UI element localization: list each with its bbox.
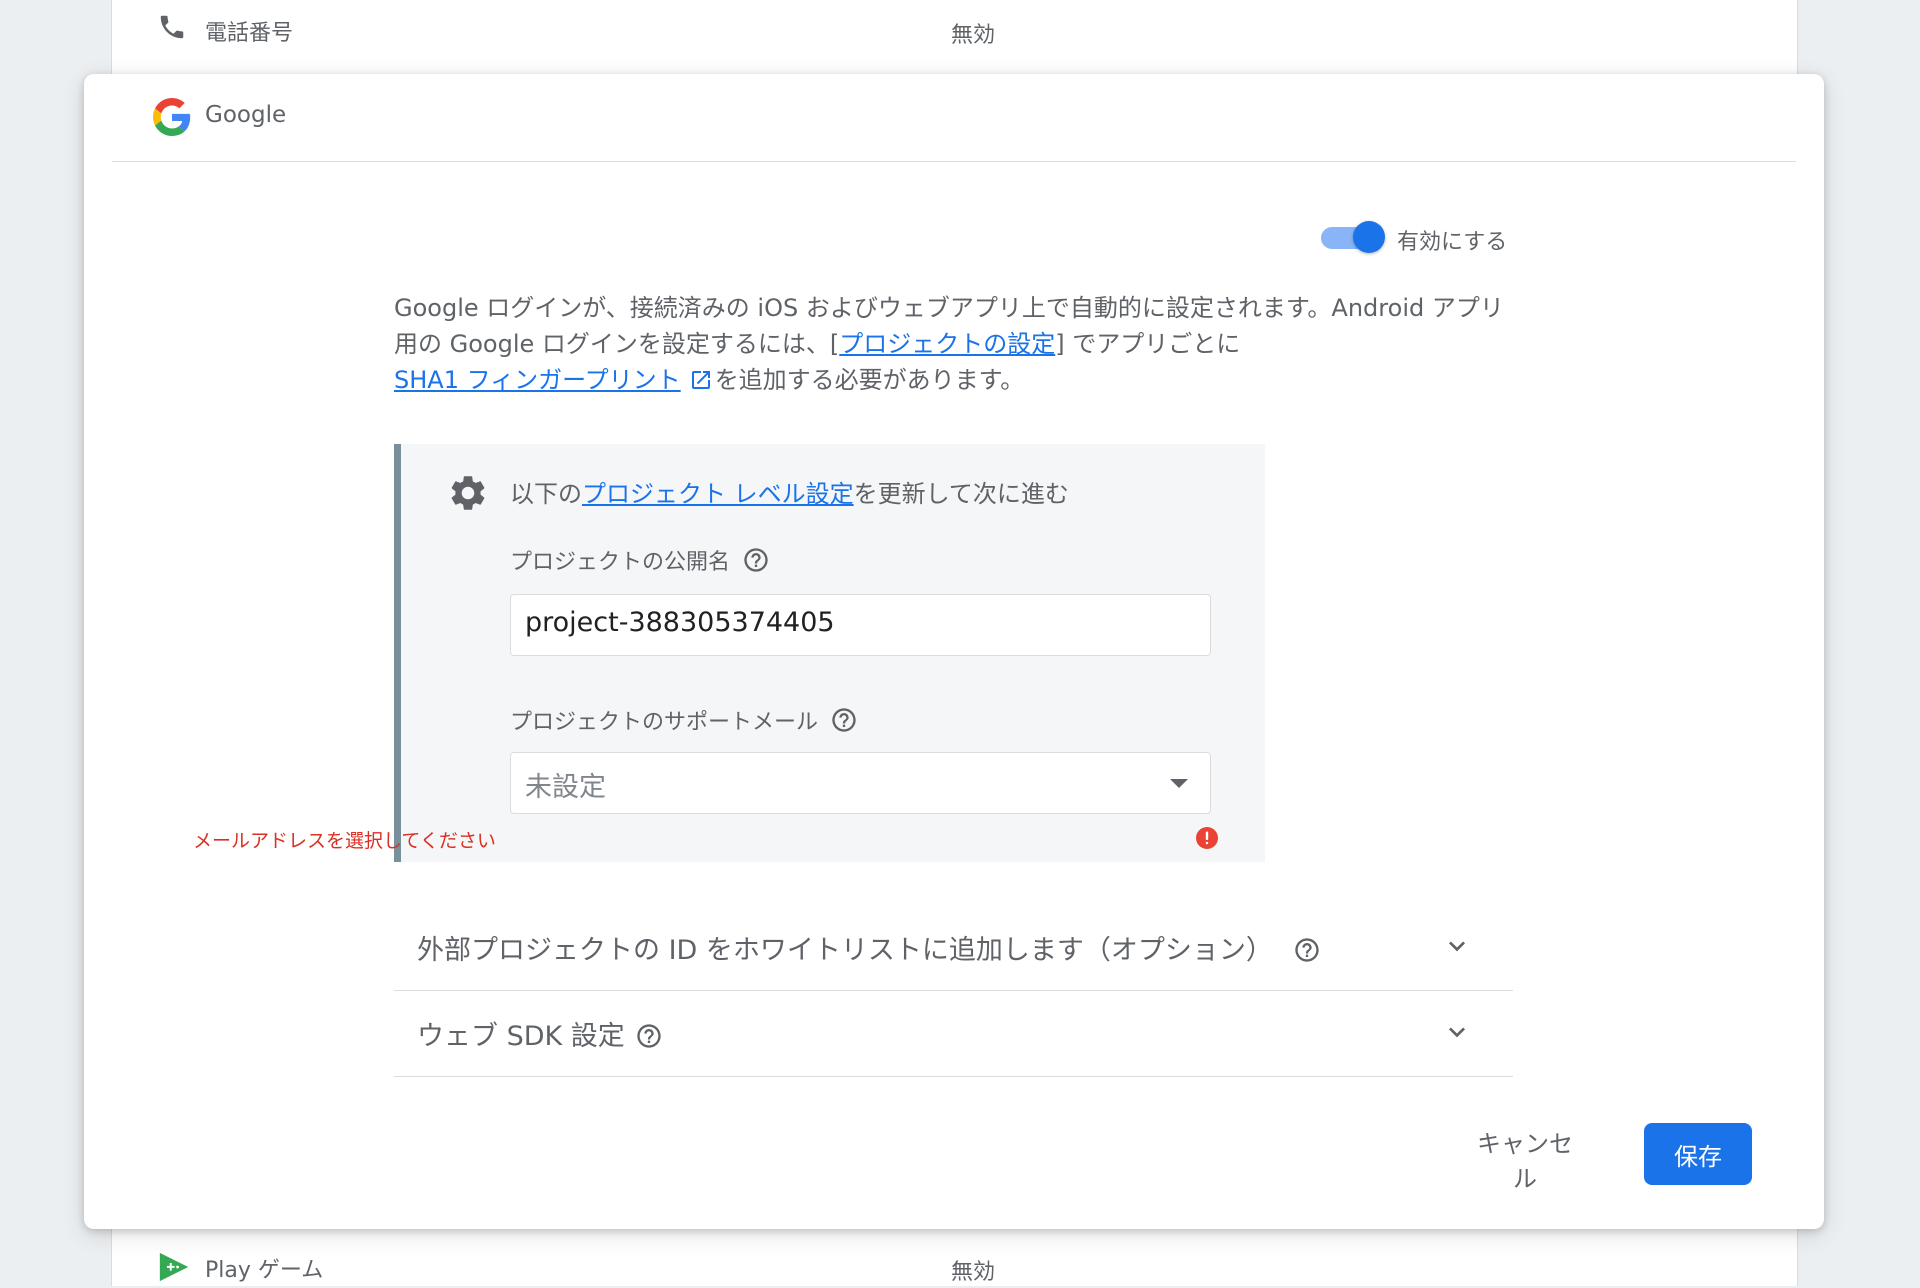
open-in-new-icon[interactable] [689, 366, 713, 402]
help-icon[interactable] [742, 546, 770, 580]
whitelist-external-projects-accordion[interactable]: 外部プロジェクトの ID をホワイトリストに追加します（オプション） [394, 904, 1513, 991]
provider-row-phone[interactable]: 電話番号 無効 [111, 0, 1798, 80]
provider-status: 無効 [951, 23, 996, 48]
public-name-label: プロジェクトの公開名 [510, 544, 770, 580]
project-settings-panel: 以下のプロジェクト レベル設定を更新して次に進む プロジェクトの公開名 proj… [394, 444, 1265, 862]
heading-text-pre: 以下の [510, 480, 582, 508]
provider-name: Play ゲーム [205, 1258, 324, 1283]
accordion-title-text: 外部プロジェクトの ID をホワイトリストに追加します（オプション） [417, 935, 1273, 966]
play-games-icon [157, 1250, 191, 1288]
description-text-3: を追加する必要があります。 [714, 366, 1025, 394]
web-sdk-settings-accordion[interactable]: ウェブ SDK 設定 [394, 990, 1513, 1077]
enable-toggle[interactable] [1317, 218, 1385, 254]
save-button[interactable]: 保存 [1644, 1123, 1752, 1185]
heading-text-post: を更新して次に進む [853, 480, 1069, 508]
provider-name: 電話番号 [205, 21, 294, 46]
accordion-title-text: ウェブ SDK 設定 [417, 1021, 625, 1052]
header-divider [112, 161, 1796, 162]
chevron-down-icon [1441, 930, 1473, 966]
toggle-thumb [1353, 221, 1385, 253]
provider-status: 無効 [951, 1260, 996, 1285]
public-name-label-text: プロジェクトの公開名 [510, 550, 731, 575]
sha1-fingerprint-link[interactable]: SHA1 フィンガープリント [394, 366, 681, 394]
google-signin-description: Google ログインが、接続済みの iOS およびウェブアプリ上で自動的に設定… [394, 290, 1504, 402]
accordion-title: ウェブ SDK 設定 [417, 1014, 663, 1057]
support-email-label: プロジェクトのサポートメール [510, 704, 858, 740]
project-public-name-input[interactable]: project-388305374405 [510, 594, 1211, 656]
accordion-title: 外部プロジェクトの ID をホワイトリストに追加します（オプション） [417, 928, 1321, 971]
support-email-select[interactable]: 未設定 [510, 752, 1211, 814]
project-level-settings-link[interactable]: プロジェクト レベル設定 [582, 480, 854, 508]
project-panel-heading: 以下のプロジェクト レベル設定を更新して次に進む [510, 474, 1069, 509]
gear-icon [447, 472, 489, 518]
cancel-button[interactable]: キャンセル [1460, 1123, 1590, 1193]
google-provider-dialog: Google 有効にする Google ログインが、接続済みの iOS およびウ… [84, 74, 1824, 1229]
dialog-title: Google [205, 102, 287, 128]
enable-toggle-label: 有効にする [1397, 230, 1508, 255]
support-email-error: メールアドレスを選択してください [193, 830, 496, 852]
chevron-down-icon [1441, 1016, 1473, 1052]
google-logo-icon [153, 98, 191, 140]
dropdown-caret-icon [1170, 779, 1188, 788]
support-email-label-text: プロジェクトのサポートメール [510, 710, 819, 735]
dialog-header: Google [84, 74, 1824, 162]
error-icon [1195, 826, 1219, 854]
help-icon[interactable] [830, 706, 858, 740]
provider-row-play-games[interactable]: Play ゲーム 無効 [111, 1220, 1798, 1286]
description-text-2: ] でアプリごとに [1055, 330, 1241, 358]
help-icon[interactable] [1293, 936, 1321, 971]
project-settings-link[interactable]: プロジェクトの設定 [839, 330, 1055, 358]
help-icon[interactable] [635, 1022, 663, 1057]
phone-icon [157, 12, 187, 46]
support-email-value: 未設定 [525, 772, 606, 803]
